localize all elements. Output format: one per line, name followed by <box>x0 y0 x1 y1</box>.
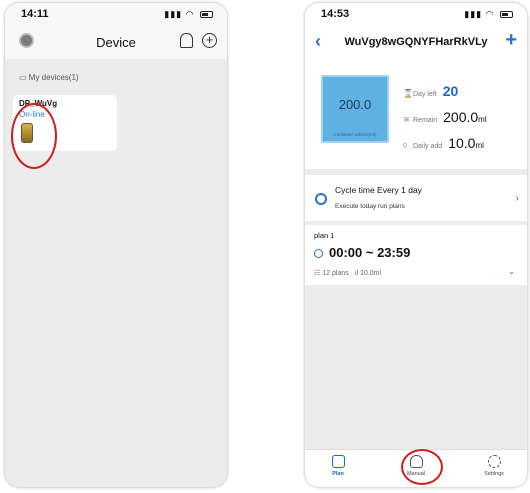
day-left-value: 20 <box>442 83 459 99</box>
plan-amount: 10.0ml <box>360 270 382 277</box>
device-list-screen: 14:11 ▮▮▮ ◠ Device + ▭ My devices(1) DP_… <box>5 3 227 487</box>
plan-list-icon <box>331 455 345 468</box>
tab-settings-label: Settings <box>484 471 504 477</box>
remain-label: Remain <box>413 117 438 124</box>
bell-icon[interactable] <box>180 33 193 48</box>
tab-plan[interactable]: Plan <box>313 455 363 477</box>
clock-icon <box>314 249 323 258</box>
daily-add-label: Daily add <box>413 143 443 150</box>
tab-plan-label: Plan <box>332 471 344 477</box>
red-highlight-circle <box>11 103 57 169</box>
page-title: WuVgy8wGQNYFHarRkVLy <box>344 36 488 48</box>
chevron-right-icon: › <box>515 193 519 204</box>
battery-icon <box>500 10 513 18</box>
plans-count: 12 plans <box>322 270 349 277</box>
drop-icon: ◊ <box>403 141 407 150</box>
remain-unit: ml <box>478 115 487 124</box>
container-summary: 200.0 Container volume(ml) ⌛ Day left 20… <box>305 59 527 169</box>
plan-time-range: 00:00 ~ 23:59 <box>329 245 411 260</box>
water-level-icon: ≋ <box>403 115 410 124</box>
cycle-icon <box>315 193 327 205</box>
device-detail-screen: 14:53 ▮▮▮ ◠ ‹ WuVgy8wGQNYFHarRkVLy + 200… <box>305 3 527 487</box>
status-icons: ▮▮▮ ◠ <box>164 9 213 20</box>
status-bar: 14:11 ▮▮▮ ◠ <box>5 3 227 25</box>
hourglass-icon: ⌛ <box>403 89 413 98</box>
remain-stat: ≋ Remain 200.0 ml <box>403 109 487 125</box>
plan-meta: ☷ 12 plans ıl 10.0ml <box>314 269 381 277</box>
cycle-row[interactable]: Cycle time Every 1 day Execute today run… <box>305 175 527 221</box>
tab-settings[interactable]: Settings <box>469 455 519 477</box>
container-visual: 200.0 Container volume(ml) <box>321 75 389 143</box>
nav-bar: Device + <box>5 25 227 59</box>
plan-name: plan 1 <box>314 231 335 240</box>
chevron-down-icon[interactable]: ⌄ <box>508 267 515 276</box>
back-chevron-icon[interactable]: ‹ <box>315 31 321 52</box>
container-caption: Container volume(ml) <box>333 132 377 137</box>
status-time: 14:11 <box>21 8 49 20</box>
red-highlight-circle <box>401 449 443 485</box>
status-time: 14:53 <box>321 8 350 20</box>
daily-add-value: 10.0 <box>448 135 476 151</box>
remain-value: 200.0 <box>443 109 479 125</box>
day-left-label: Day left <box>413 91 437 98</box>
container-value: 200.0 <box>338 97 372 112</box>
devices-icon: ▭ <box>19 73 29 82</box>
my-devices-label: ▭ My devices(1) <box>19 73 79 82</box>
day-left-stat: ⌛ Day left 20 <box>403 83 458 99</box>
status-icons: ▮▮▮ ◠ <box>464 9 513 20</box>
daily-add-unit: ml <box>475 141 484 150</box>
page-title: Device <box>96 34 136 50</box>
plan-card[interactable]: plan 1 00:00 ~ 23:59 ☷ 12 plans ıl 10.0m… <box>305 225 527 285</box>
cycle-subtitle: Execute today run plans <box>335 203 405 210</box>
nav-bar: ‹ WuVgy8wGQNYFHarRkVLy + <box>305 25 527 59</box>
cycle-title: Cycle time Every 1 day <box>335 185 422 195</box>
add-icon[interactable]: + <box>505 29 517 52</box>
status-bar: 14:53 ▮▮▮ ◠ <box>305 3 527 25</box>
daily-add-stat: ◊ Daily add 10.0 ml <box>403 135 484 151</box>
my-devices-text: My devices(1) <box>28 73 79 82</box>
avatar-icon[interactable] <box>19 33 34 48</box>
add-circle-icon[interactable]: + <box>202 33 217 48</box>
battery-icon <box>200 10 213 18</box>
gear-icon <box>487 455 501 468</box>
list-icon: ☷ <box>314 270 323 277</box>
